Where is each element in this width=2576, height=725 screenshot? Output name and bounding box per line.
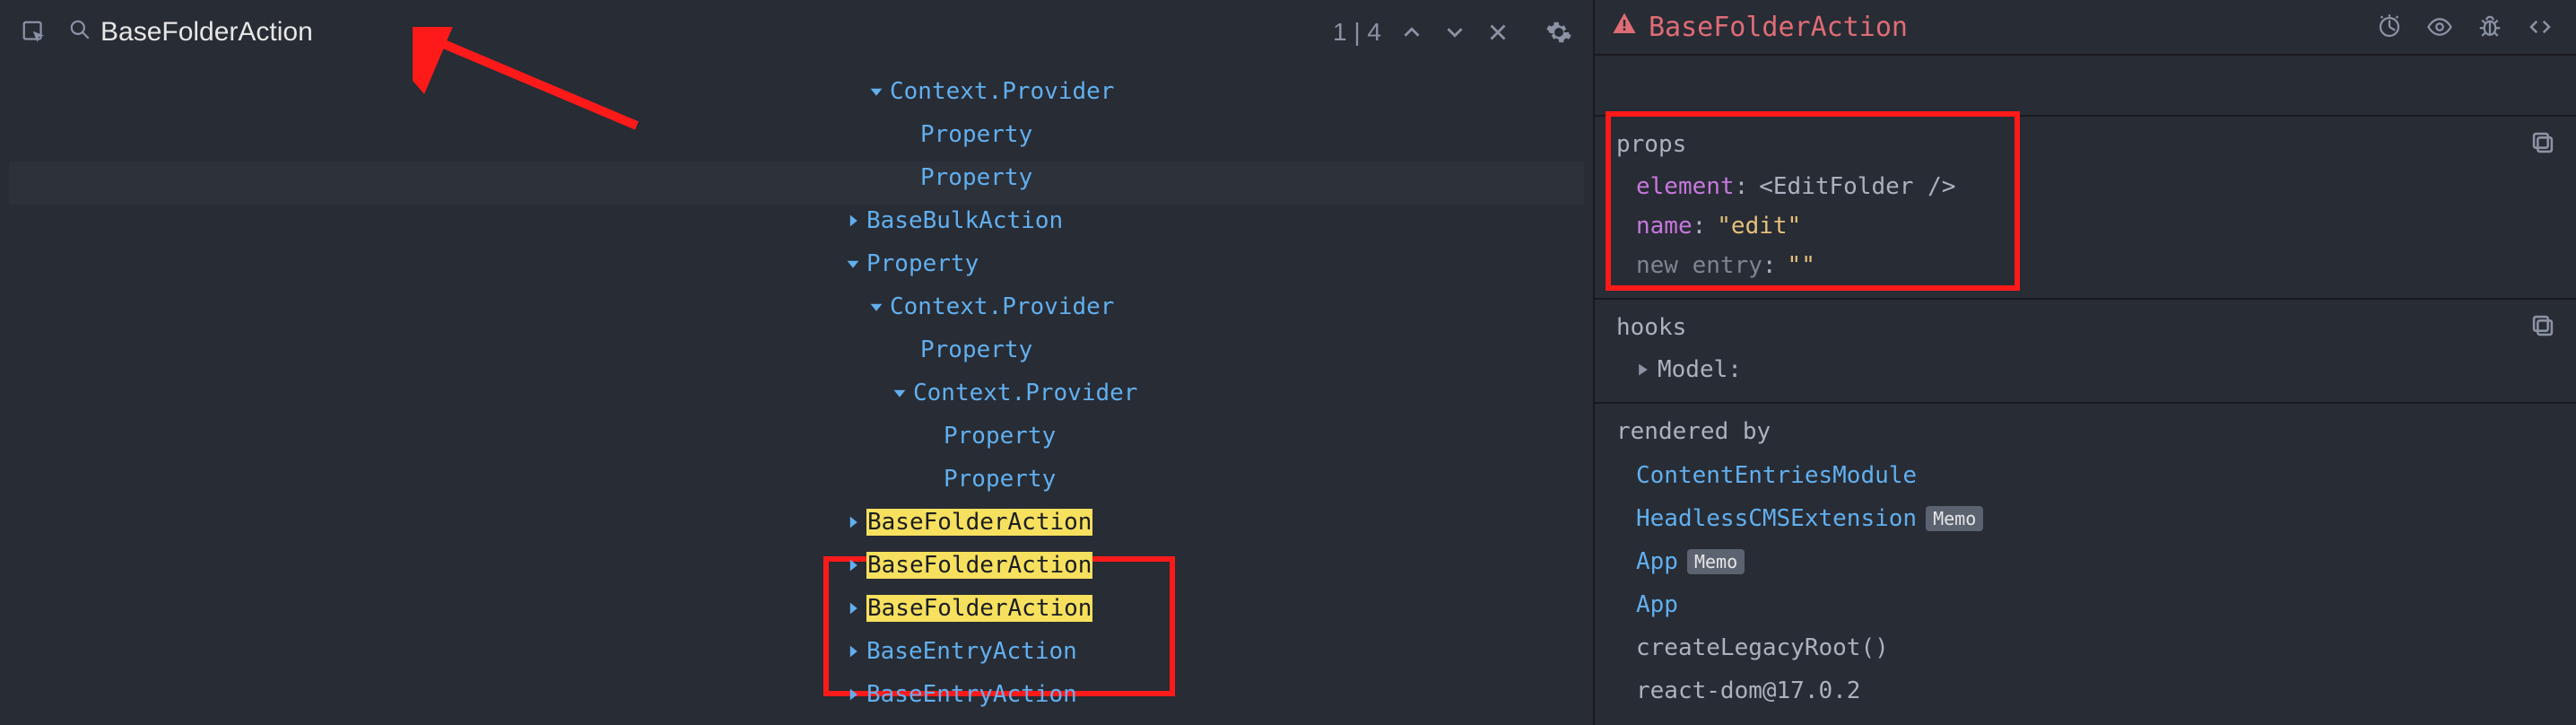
hooks-title: hooks	[1595, 309, 2576, 350]
warning-icon	[1611, 11, 1638, 44]
prop-value: <EditFolder />	[1759, 173, 1955, 200]
tree-row[interactable]: Property	[0, 415, 1593, 458]
tree-row-label: BaseEntryAction	[866, 638, 1077, 665]
chevron-right-icon	[1636, 362, 1650, 377]
inspect-element-icon[interactable]	[14, 13, 54, 52]
chevron-down-icon[interactable]	[892, 386, 908, 400]
search-result-count: 1 | 4	[1333, 18, 1381, 47]
memo-badge: Memo	[1926, 506, 1983, 531]
inspect-dom-icon[interactable]	[2420, 7, 2459, 47]
hooks-section: hooks Model:	[1595, 298, 2576, 402]
tree-row[interactable]: BaseFolderAction	[0, 544, 1593, 587]
chevron-right-icon[interactable]	[845, 601, 861, 616]
tree-row-label: BaseBulkAction	[866, 207, 1063, 234]
prop-value: "edit"	[1717, 213, 1801, 240]
rendered-by-item[interactable]: ContentEntriesModule	[1636, 454, 2554, 497]
rendered-by-label: App	[1636, 591, 1678, 618]
rendered-by-item: react-dom@17.0.2	[1636, 669, 2554, 712]
tree-row-label: Property	[944, 466, 1056, 493]
rendered-by-label: ContentEntriesModule	[1636, 462, 1917, 489]
prop-key: new entry	[1636, 252, 1762, 279]
inspector-panel: BaseFolderAction props element: <EditFol…	[1593, 0, 2576, 725]
tree-row-label: Context.Provider	[890, 78, 1114, 105]
props-title: props	[1595, 126, 2576, 167]
search-input[interactable]	[100, 17, 477, 48]
component-tree[interactable]: Context.Provider Property Property BaseBulk…	[0, 65, 1593, 725]
tree-row[interactable]: Property	[0, 156, 1593, 199]
inspector-header: BaseFolderAction	[1595, 0, 2576, 54]
chevron-down-icon[interactable]	[868, 84, 884, 99]
tree-row-label: Property	[920, 164, 1032, 191]
tree-row[interactable]: Property	[0, 242, 1593, 285]
rendered-by-label: App	[1636, 548, 1678, 575]
prop-key: element	[1636, 173, 1735, 200]
tree-row[interactable]: Context.Provider	[0, 70, 1593, 113]
chevron-right-icon[interactable]	[845, 558, 861, 572]
view-source-icon[interactable]	[2520, 7, 2560, 47]
chevron-down-icon[interactable]	[845, 257, 861, 271]
search-next-icon[interactable]	[1435, 13, 1475, 52]
copy-props-icon[interactable]	[2528, 127, 2558, 158]
tree-row-label: Property	[920, 336, 1032, 363]
tree-row-label: Context.Provider	[890, 293, 1114, 320]
tree-row[interactable]: Property	[0, 328, 1593, 371]
tree-row[interactable]: BaseFolderAction	[0, 501, 1593, 544]
chevron-down-icon[interactable]	[868, 300, 884, 314]
tree-row[interactable]: BaseEntryAction	[0, 630, 1593, 673]
memo-badge: Memo	[1687, 549, 1745, 574]
prop-name[interactable]: name: "edit"	[1636, 206, 2554, 246]
rendered-by-label: react-dom@17.0.2	[1636, 677, 1860, 704]
prop-element[interactable]: element: <EditFolder />	[1636, 167, 2554, 206]
tree-search	[61, 17, 1326, 48]
inspector-gap	[1595, 54, 2576, 115]
tree-row-label: Property	[920, 121, 1032, 148]
clear-search-icon[interactable]	[1478, 13, 1518, 52]
rendered-by-section: rendered by ContentEntriesModule Headless…	[1595, 402, 2576, 725]
chevron-right-icon[interactable]	[845, 515, 861, 529]
rendered-by-label: HeadlessCMSExtension	[1636, 505, 1917, 532]
tree-row-label: BaseFolderAction	[866, 509, 1092, 536]
tree-row-label: BaseFolderAction	[866, 595, 1092, 622]
hook-item[interactable]: Model:	[1636, 350, 2554, 389]
selected-component-name: BaseFolderAction	[1649, 12, 1908, 43]
tree-row[interactable]: Property	[0, 113, 1593, 156]
search-icon	[68, 18, 91, 48]
tree-row[interactable]: BaseEntryAction	[0, 716, 1593, 725]
tree-row[interactable]: Context.Provider	[0, 285, 1593, 328]
rendered-by-item[interactable]: App Memo	[1636, 540, 2554, 583]
tree-row-label: Property	[944, 423, 1056, 450]
copy-hooks-icon[interactable]	[2528, 310, 2558, 341]
tree-row[interactable]: BaseBulkAction	[0, 199, 1593, 242]
rendered-by-item: createLegacyRoot()	[1636, 626, 2554, 669]
chevron-right-icon[interactable]	[845, 644, 861, 659]
tree-row-label: Property	[866, 250, 979, 277]
bug-icon[interactable]	[2470, 7, 2510, 47]
profiler-icon[interactable]	[2370, 7, 2409, 47]
chevron-right-icon[interactable]	[845, 687, 861, 702]
settings-icon[interactable]	[1539, 13, 1579, 52]
rendered-by-label: createLegacyRoot()	[1636, 634, 1889, 661]
props-section: props element: <EditFolder /> name: "edi…	[1595, 115, 2576, 298]
tree-row-label: BaseEntryAction	[866, 681, 1077, 708]
hook-label: Model	[1658, 356, 1727, 383]
rendered-by-item[interactable]: App	[1636, 583, 2554, 626]
prop-value: ""	[1788, 252, 1815, 279]
rendered-by-title: rendered by	[1595, 413, 2576, 454]
tree-row[interactable]: BaseEntryAction	[0, 673, 1593, 716]
tree-row-label: Context.Provider	[913, 380, 1137, 406]
chevron-right-icon[interactable]	[845, 214, 861, 228]
prop-key: name	[1636, 213, 1693, 240]
rendered-by-item[interactable]: HeadlessCMSExtension Memo	[1636, 497, 2554, 540]
tree-row[interactable]: Property	[0, 458, 1593, 501]
tree-toolbar: 1 | 4	[0, 0, 1593, 65]
tree-row-label: BaseFolderAction	[866, 552, 1092, 579]
tree-row[interactable]: Context.Provider	[0, 371, 1593, 415]
search-prev-icon[interactable]	[1392, 13, 1432, 52]
prop-new-entry[interactable]: new entry: ""	[1636, 246, 2554, 285]
components-tree-panel: 1 | 4	[0, 0, 1593, 725]
tree-row[interactable]: BaseFolderAction	[0, 587, 1593, 630]
toolbar-right: 1 | 4	[1333, 13, 1579, 52]
